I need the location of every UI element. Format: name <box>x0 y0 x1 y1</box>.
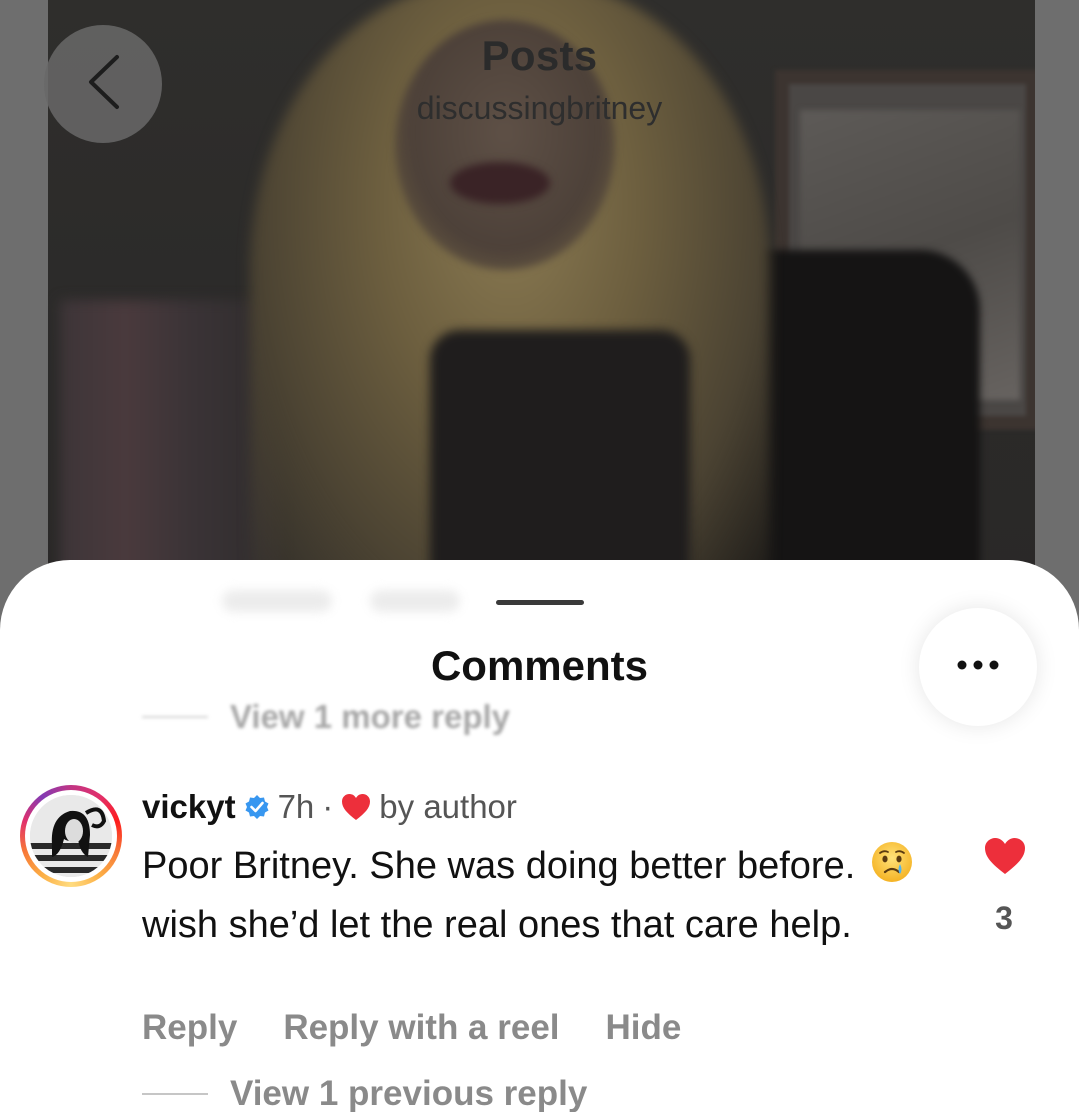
comment-actions: Reply Reply with a reel Hide <box>142 1008 727 1048</box>
comment-timestamp: 7h <box>277 788 315 825</box>
verified-badge-icon <box>244 794 270 820</box>
like-count[interactable]: 3 <box>970 900 1038 937</box>
view-previous-reply-link[interactable]: View 1 previous reply <box>142 1074 587 1112</box>
blurred-placeholder <box>370 590 460 612</box>
separator-dot: · <box>322 788 334 825</box>
clothes-rack-blur <box>60 300 280 600</box>
page-title: Posts <box>481 32 598 79</box>
comments-sheet: Comments View 1 more reply vickyt 7h · b… <box>0 560 1079 1112</box>
like-heart-icon[interactable] <box>983 836 1027 881</box>
avatar-ring-gap <box>25 790 117 882</box>
view-more-reply-link[interactable]: View 1 more reply <box>142 698 510 736</box>
reply-with-reel-button[interactable]: Reply with a reel <box>283 1008 559 1048</box>
comment-text-part1: Poor Britney. She was doing better befor… <box>142 845 856 887</box>
hide-button[interactable]: Hide <box>606 1008 682 1048</box>
thread-line <box>142 716 208 718</box>
comments-title: Comments <box>430 642 649 689</box>
comment-text-part2: wish she’d let the real ones that care h… <box>142 904 852 946</box>
blurred-placeholder <box>222 590 332 612</box>
avatar[interactable] <box>20 785 122 887</box>
reply-button[interactable]: Reply <box>142 1008 237 1048</box>
more-horizontal-icon <box>956 658 1000 676</box>
view-more-reply-label: View 1 more reply <box>230 698 511 735</box>
person-lips <box>450 162 550 204</box>
page-subtitle-username[interactable]: discussingbritney <box>0 90 1079 127</box>
more-options-button[interactable] <box>919 608 1037 726</box>
comment-text: Poor Britney. She was doing better befor… <box>142 840 942 952</box>
author-liked-heart-icon <box>341 793 371 821</box>
comment-username[interactable]: vickyt <box>142 788 236 826</box>
sheet-drag-handle[interactable] <box>496 600 584 605</box>
screen: Posts discussingbritney Comments View 1 … <box>0 0 1079 1112</box>
liked-by-author-label: by author <box>379 788 517 825</box>
crying-face-emoji-icon <box>870 840 914 899</box>
avatar-photo <box>30 795 112 877</box>
view-previous-reply-label: View 1 previous reply <box>230 1074 588 1112</box>
comment-meta: vickyt 7h · by author <box>142 788 517 826</box>
thread-line <box>142 1093 208 1095</box>
